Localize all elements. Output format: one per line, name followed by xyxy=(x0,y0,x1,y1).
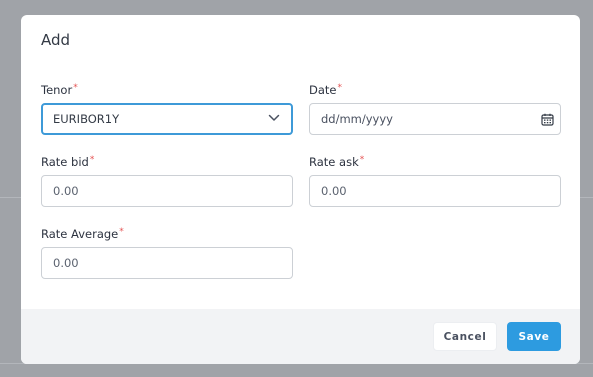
tenor-label: Tenor* xyxy=(41,83,293,97)
date-label-text: Date xyxy=(309,83,337,97)
required-mark: * xyxy=(119,227,124,237)
rate-average-label-text: Rate Average xyxy=(41,227,119,241)
date-placeholder: dd/mm/yyyy xyxy=(321,112,393,126)
rate-average-label: Rate Average* xyxy=(41,227,293,241)
rate-bid-label-text: Rate bid xyxy=(41,155,89,169)
rate-bid-label: Rate bid* xyxy=(41,155,293,169)
rate-average-field: Rate Average* 0.00 xyxy=(41,227,293,279)
cancel-button[interactable]: Cancel xyxy=(433,322,497,351)
date-field: Date* dd/mm/yyyy xyxy=(309,83,561,135)
required-mark: * xyxy=(89,155,95,165)
rate-ask-placeholder: 0.00 xyxy=(321,184,347,198)
required-mark: * xyxy=(73,83,78,93)
rate-average-placeholder: 0.00 xyxy=(53,256,79,270)
date-input[interactable]: dd/mm/yyyy xyxy=(309,103,561,135)
dialog-footer: Cancel Save xyxy=(21,309,580,364)
calendar-icon[interactable] xyxy=(541,113,554,126)
rate-bid-field: Rate bid* 0.00 xyxy=(41,155,293,207)
rate-ask-label: Rate ask* xyxy=(309,155,561,169)
date-label: Date* xyxy=(309,83,561,97)
rate-average-input[interactable]: 0.00 xyxy=(41,247,293,279)
tenor-selected-value: EURIBOR1Y xyxy=(53,112,120,126)
dialog-title: Add xyxy=(41,31,71,49)
rate-ask-label-text: Rate ask xyxy=(309,155,359,169)
save-button[interactable]: Save xyxy=(507,322,561,351)
rate-bid-input[interactable]: 0.00 xyxy=(41,175,293,207)
rate-bid-placeholder: 0.00 xyxy=(53,184,79,198)
required-mark: * xyxy=(359,155,365,165)
required-mark: * xyxy=(337,83,343,93)
tenor-select[interactable]: EURIBOR1Y xyxy=(41,103,293,135)
rate-ask-input[interactable]: 0.00 xyxy=(309,175,561,207)
tenor-field: Tenor* EURIBOR1Y xyxy=(41,83,293,135)
tenor-label-text: Tenor xyxy=(41,83,73,97)
rate-ask-field: Rate ask* 0.00 xyxy=(309,155,561,207)
chevron-down-icon[interactable] xyxy=(268,114,280,122)
add-dialog: Add Tenor* EURIBOR1Y Date* dd/mm/yyyy Ra… xyxy=(21,15,580,364)
